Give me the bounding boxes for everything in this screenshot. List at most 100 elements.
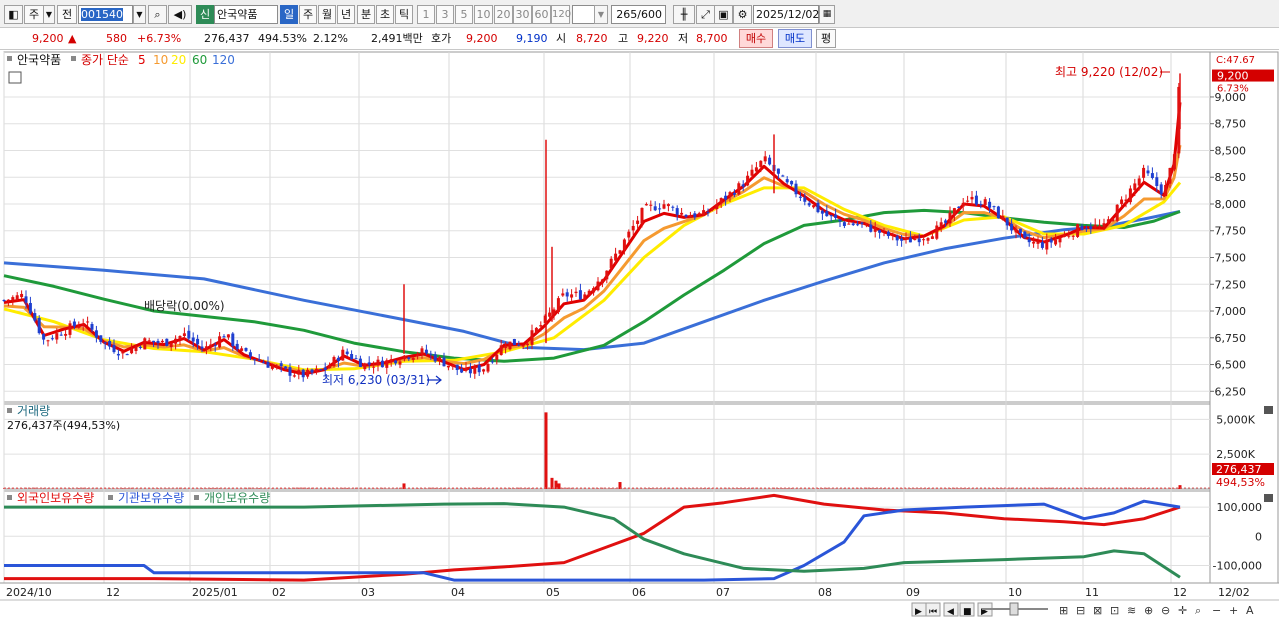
interval-30[interactable]: 30 xyxy=(513,5,532,24)
volume-bar xyxy=(473,487,476,489)
candle-body xyxy=(385,360,389,368)
tool-icon-5[interactable]: ⊕ xyxy=(1144,604,1153,617)
price-axis-label: 7,500 xyxy=(1215,252,1247,265)
candle-body xyxy=(24,296,28,303)
legend-ma-5: 5 xyxy=(138,53,146,67)
calendar-icon[interactable]: ▦ xyxy=(819,5,835,24)
period-month-label: 월 xyxy=(321,8,333,21)
candle-body xyxy=(702,210,706,216)
period-month[interactable]: 월 xyxy=(318,5,336,24)
price-change: 580 xyxy=(106,32,127,45)
candle-body xyxy=(248,352,252,357)
chart-area[interactable]: 2024/10 12 2025/01 02 03 04 05 06 07 08 09 10 11 12 12… xyxy=(0,51,1279,621)
tool-icon-9[interactable]: − xyxy=(1212,604,1221,617)
layout-icon[interactable]: ◧ xyxy=(4,5,23,24)
speaker-icon[interactable]: ◀) xyxy=(168,5,192,24)
candle-body xyxy=(319,369,323,371)
crosshair-icon[interactable]: ⤢ xyxy=(696,5,715,24)
candle-body xyxy=(684,214,688,217)
volume-bar xyxy=(693,488,696,489)
volume-bar xyxy=(548,488,551,489)
candle-body xyxy=(803,197,807,202)
search-icon[interactable]: ⌕ xyxy=(148,5,167,24)
interval-20[interactable]: 20 xyxy=(494,5,513,24)
tool-icon-3[interactable]: ⊡ xyxy=(1110,604,1119,617)
interval-1[interactable]: 1 xyxy=(417,5,435,24)
tool-icon-11[interactable]: A xyxy=(1246,604,1254,617)
candle-body xyxy=(499,345,503,356)
tool-icon-7[interactable]: ✛ xyxy=(1178,604,1187,617)
code-dropdown-icon[interactable]: ▼ xyxy=(133,5,146,24)
inv-legend-1: 기관보유수량 xyxy=(118,491,184,505)
candle-body xyxy=(675,208,679,215)
tool-icon-10[interactable]: + xyxy=(1229,604,1238,617)
prefix-button[interactable]: 전 xyxy=(57,5,77,24)
volume-bar xyxy=(605,488,608,489)
chevron-down-icon[interactable]: ▼ xyxy=(43,5,55,24)
candle-body xyxy=(424,349,428,354)
x-tick-label: 12 xyxy=(1173,586,1187,599)
tool-icon-0[interactable]: ⊞ xyxy=(1059,604,1068,617)
candle-body xyxy=(169,343,173,348)
candle-body xyxy=(724,195,728,200)
interval-3[interactable]: 3 xyxy=(436,5,454,24)
period-second[interactable]: 초 xyxy=(376,5,394,24)
period-week[interactable]: 주 xyxy=(299,5,317,24)
interval-10[interactable]: 10 xyxy=(474,5,493,24)
candle-body xyxy=(1089,226,1093,230)
candle-body xyxy=(59,334,63,336)
dividend-annotation: 배당락(0.00%) xyxy=(144,299,225,313)
count-input[interactable]: 265/600 xyxy=(611,5,666,24)
candle-body xyxy=(834,214,838,218)
candle-body xyxy=(138,346,142,348)
tool-icon-4[interactable]: ≋ xyxy=(1127,604,1136,617)
gear-icon[interactable]: ⚙ xyxy=(733,5,752,24)
volume-bar xyxy=(1050,487,1053,489)
zoom-slider-handle[interactable] xyxy=(1009,602,1019,616)
stock-type-select[interactable]: 주 xyxy=(24,5,44,24)
interval-dropdown-icon[interactable]: ▼ xyxy=(594,5,608,24)
interval-3-label: 3 xyxy=(441,8,449,21)
sell-button[interactable]: 매도 xyxy=(778,29,812,48)
candle-body xyxy=(178,336,182,340)
candle-body xyxy=(156,340,160,343)
period-year[interactable]: 년 xyxy=(337,5,355,24)
save-icon[interactable]: ▣ xyxy=(714,5,733,24)
candle-body xyxy=(284,366,288,369)
volume-bar xyxy=(33,487,36,489)
candle-body xyxy=(147,340,151,342)
candle-body xyxy=(363,363,367,370)
candle-body xyxy=(895,236,899,241)
candle-body xyxy=(781,175,785,177)
tool-icon-1[interactable]: ⊟ xyxy=(1076,604,1085,617)
interval-5[interactable]: 5 xyxy=(455,5,473,24)
candle-body xyxy=(389,359,393,363)
price-axis-label: 6,250 xyxy=(1215,385,1247,398)
candle-body xyxy=(90,324,94,330)
candle-type-icon[interactable]: ╫ xyxy=(673,5,695,24)
buy-button[interactable]: 매수 xyxy=(739,29,773,48)
tool-icon-6[interactable]: ⊖ xyxy=(1161,604,1170,617)
prefix-label: 전 xyxy=(61,8,73,21)
period-minute[interactable]: 분 xyxy=(357,5,375,24)
x-tick-label: 07 xyxy=(716,586,730,599)
volume-bar xyxy=(165,488,168,489)
period-day[interactable]: 일 xyxy=(280,5,298,24)
stock-name-field[interactable]: 안국약품 xyxy=(214,5,278,24)
stock-code-input[interactable]: 001540 xyxy=(78,5,133,24)
tool-icon-8[interactable]: ⌕ xyxy=(1195,604,1201,617)
eval-button[interactable]: 평 xyxy=(816,29,836,48)
volume-bar xyxy=(429,487,432,489)
tool-icon-2[interactable]: ⊠ xyxy=(1093,604,1102,617)
vol-legend-bullet xyxy=(7,408,12,413)
volume-bar xyxy=(126,488,129,489)
candle-body xyxy=(358,358,362,368)
change-percent: +6.73% xyxy=(137,32,182,45)
interval-120[interactable]: 120 xyxy=(551,5,571,24)
period-minute-label: 분 xyxy=(360,8,372,21)
candle-body xyxy=(495,354,499,360)
date-input[interactable]: 2025/12/02 xyxy=(753,5,819,24)
interval-60[interactable]: 60 xyxy=(532,5,551,24)
period-tick[interactable]: 틱 xyxy=(395,5,413,24)
candle-body xyxy=(565,292,569,297)
